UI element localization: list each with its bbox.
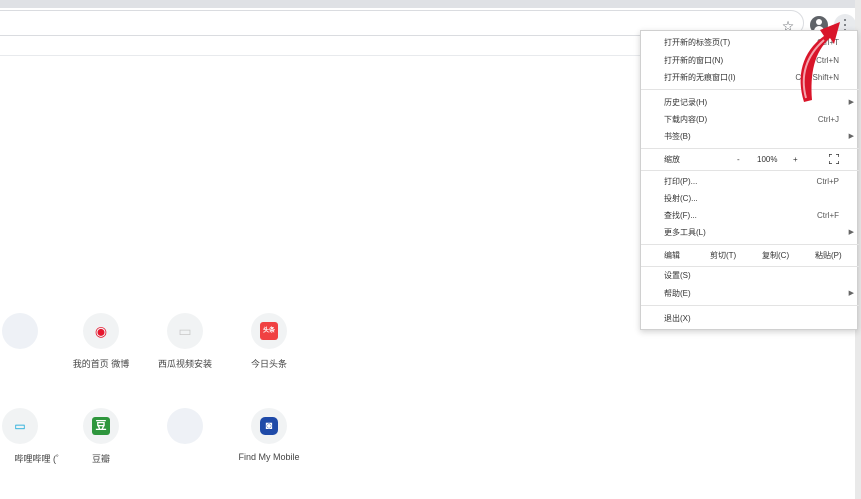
toutiao-glyph: 头条 — [260, 322, 278, 340]
chevron-right-icon: ▶ — [848, 229, 854, 236]
toutiao-icon: 头条 — [251, 313, 287, 349]
douban-icon: 豆 — [83, 408, 119, 444]
menu-item-more-tools[interactable]: 更多工具(L) ▶ — [641, 224, 859, 241]
menu-item-exit[interactable]: 退出(X) — [641, 310, 859, 327]
bilibili-icon: ▭ — [2, 408, 38, 444]
page-icon: ▭ — [167, 313, 203, 349]
douban-glyph: 豆 — [92, 417, 110, 435]
tab-strip — [0, 0, 861, 8]
menu-item-label: 设置(S) — [664, 271, 691, 280]
chevron-right-icon: ▶ — [848, 133, 854, 140]
zoom-out-button[interactable]: - — [737, 150, 740, 169]
menu-item-label: 帮助(E) — [664, 289, 691, 298]
menu-item-label: 打印(P)... — [664, 177, 698, 186]
shortcut-label: Find My Mobile — [238, 452, 300, 462]
zoom-in-button[interactable]: + — [793, 150, 798, 169]
find-my-mobile-icon: ◙ — [251, 408, 287, 444]
menu-edit-row: 编辑 剪切(T) 复制(C) 粘贴(P) — [641, 246, 859, 265]
menu-item-downloads[interactable]: 下载内容(D) Ctrl+J — [641, 111, 859, 128]
menu-item-label: 更多工具(L) — [664, 228, 706, 237]
menu-item-label: 查找(F)... — [664, 211, 697, 220]
edit-label: 编辑 — [664, 251, 680, 260]
bilibili-glyph: ▭ — [14, 419, 26, 433]
shortcut-toutiao[interactable]: 头条 今日头条 — [214, 313, 324, 393]
shortcut-find-my-mobile[interactable]: ◙ Find My Mobile — [214, 408, 324, 488]
menu-item-help[interactable]: 帮助(E) ▶ — [641, 285, 859, 302]
menu-item-shortcut: Ctrl+F — [817, 211, 839, 220]
weibo-glyph: ◉ — [94, 323, 108, 339]
fullscreen-icon[interactable] — [829, 154, 839, 164]
shortcut-icon — [2, 313, 38, 349]
paste-button[interactable]: 粘贴(P) — [815, 246, 842, 265]
toolbar-divider — [0, 55, 645, 56]
menu-item-shortcut: Ctrl+J — [817, 115, 839, 124]
menu-item-label: 打开新的窗口(N) — [664, 56, 724, 65]
menu-item-label: 历史记录(H) — [664, 98, 708, 107]
menu-item-label: 投射(C)... — [664, 194, 698, 203]
page-glyph: ▭ — [178, 323, 192, 339]
menu-item-label: 打开新的无痕窗口(I) — [664, 73, 736, 82]
menu-separator — [641, 170, 859, 171]
zoom-label: 缩放 — [664, 155, 680, 164]
zoom-value: 100% — [757, 155, 778, 164]
menu-separator — [641, 148, 859, 149]
menu-item-label: 打开新的标签页(T) — [664, 38, 731, 47]
shortcut-icon — [167, 408, 203, 444]
menu-item-shortcut: Ctrl+P — [816, 177, 839, 186]
menu-item-label: 书签(B) — [664, 132, 691, 141]
weibo-icon: ◉ — [83, 313, 119, 349]
annotation-arrow-icon — [800, 22, 840, 102]
menu-zoom-row: 缩放 - 100% + — [641, 150, 859, 169]
chevron-right-icon: ▶ — [848, 290, 854, 297]
menu-item-bookmarks[interactable]: 书签(B) ▶ — [641, 128, 859, 145]
menu-item-find[interactable]: 查找(F)... Ctrl+F — [641, 207, 859, 224]
menu-item-settings[interactable]: 设置(S) — [641, 267, 859, 284]
menu-item-label: 退出(X) — [664, 314, 691, 323]
copy-button[interactable]: 复制(C) — [762, 246, 789, 265]
menu-separator — [641, 305, 859, 306]
shortcut-label: 今日头条 — [250, 359, 287, 369]
menu-item-print[interactable]: 打印(P)... Ctrl+P — [641, 173, 859, 190]
menu-item-label: 下载内容(D) — [664, 115, 708, 124]
cut-button[interactable]: 剪切(T) — [710, 246, 736, 265]
menu-separator — [641, 244, 859, 245]
find-my-mobile-glyph: ◙ — [260, 417, 278, 435]
menu-item-cast[interactable]: 投射(C)... — [641, 190, 859, 207]
